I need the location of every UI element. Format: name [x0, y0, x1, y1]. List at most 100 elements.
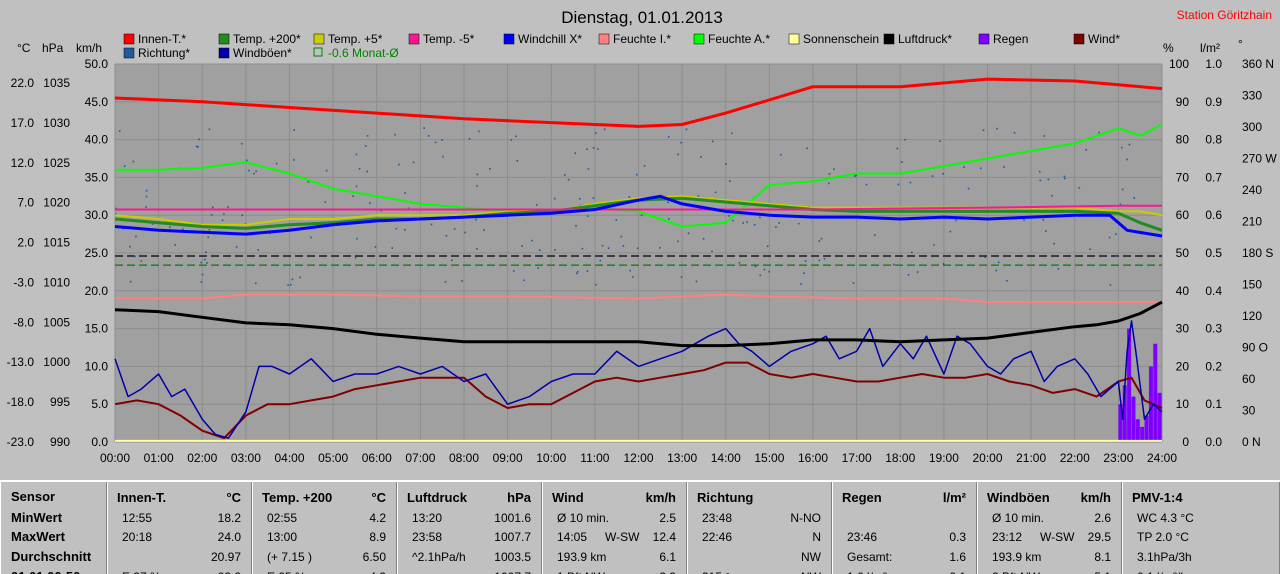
wind-tick: 45.0 — [85, 95, 109, 109]
direction-point — [607, 247, 610, 249]
direction-point — [513, 270, 515, 272]
direction-point — [1063, 175, 1066, 178]
direction-point — [553, 197, 556, 200]
legend-swatch — [218, 47, 230, 59]
time-tick: 21:00 — [1016, 451, 1046, 465]
panel-cell-value: 0.3 — [949, 530, 966, 544]
direction-point — [1078, 186, 1081, 189]
panel-cell-value: 4.3 — [369, 570, 386, 574]
direction-point — [738, 261, 741, 264]
direction-tick: 60 — [1242, 372, 1256, 386]
direction-point — [200, 281, 203, 283]
direction-point — [587, 168, 590, 170]
direction-point — [476, 173, 479, 176]
direction-point — [711, 250, 713, 253]
time-tick: 08:00 — [449, 451, 479, 465]
direction-point — [581, 247, 584, 250]
direction-point — [680, 141, 682, 144]
direction-point — [275, 162, 278, 165]
direction-point — [576, 270, 579, 273]
direction-tick: 360 N — [1242, 57, 1274, 71]
direction-point — [394, 133, 396, 136]
rain-tick: 0.0 — [1205, 435, 1222, 449]
direction-point — [955, 219, 957, 222]
panel-cell-left: WC 4.3 °C — [1137, 511, 1194, 525]
temp-tick: -13.0 — [7, 355, 35, 369]
direction-point — [366, 170, 368, 173]
legend-label: Windchill X* — [518, 32, 582, 46]
direction-point — [680, 276, 683, 278]
direction-point — [129, 245, 131, 248]
direction-point — [594, 132, 597, 134]
direction-point — [355, 153, 358, 156]
legend-swatch — [503, 33, 515, 45]
direction-point — [909, 181, 912, 184]
wind-tick: 30.0 — [85, 208, 109, 222]
direction-point — [667, 218, 670, 220]
panel-title: Temp. +200 — [262, 490, 333, 505]
direction-point — [931, 175, 934, 177]
row-label-sensor: Sensor — [11, 489, 56, 504]
pressure-unit: hPa — [42, 41, 64, 55]
direction-point — [245, 159, 248, 162]
direction-point — [451, 259, 453, 262]
direction-point — [140, 260, 143, 262]
legend-label: Temp. +200* — [233, 32, 301, 46]
panel-cell-left: 14:05 — [557, 530, 588, 544]
direction-point — [1109, 284, 1112, 286]
direction-point — [567, 178, 570, 181]
rain-unit: l/m² — [1200, 41, 1220, 55]
panel-cell-value: 8.9 — [369, 530, 386, 544]
direction-point — [629, 269, 632, 272]
panel-cell-left: 2 Bft NW — [992, 570, 1040, 574]
direction-point — [628, 196, 631, 198]
direction-point — [489, 167, 491, 170]
rain-bar — [1135, 419, 1140, 442]
panel-cell-left: 1.6 l/m² — [847, 570, 887, 574]
stats-panel: Regen l/m² 23:46 0.3 Gesamt: 1.6 1.6 l/m² 0.1 — [832, 482, 977, 574]
panel-cell-value: 18.2 — [217, 511, 241, 525]
direction-point — [963, 166, 965, 168]
panel-cell-left: TP 2.0 °C — [1137, 530, 1189, 544]
panel-cell-value: NW — [801, 570, 821, 574]
panel-cell-value: 12.4 — [652, 530, 676, 544]
direction-point — [210, 214, 213, 216]
direction-tick: 90 O — [1242, 341, 1268, 355]
direction-point — [904, 138, 906, 141]
direction-point — [374, 246, 377, 248]
station-name: Station Göritzhain — [1177, 8, 1272, 22]
legend-label: Temp. -5* — [423, 32, 475, 46]
direction-point — [997, 261, 1000, 264]
rain-bar — [1153, 343, 1158, 442]
direction-point — [516, 159, 519, 162]
panel-cell-left: 13:00 — [267, 530, 298, 544]
direction-point — [1006, 279, 1008, 282]
direction-point — [535, 204, 538, 206]
direction-point — [599, 259, 602, 262]
panel-cell-value: 6.1 — [659, 550, 676, 564]
direction-point — [1043, 135, 1046, 137]
stats-panel: Luftdruck hPa 13:20 1001.6 23:58 1007.7 ^2.1hP… — [397, 482, 542, 574]
direction-point — [257, 249, 260, 251]
panel-cell-left: 193.9 km — [992, 550, 1042, 564]
legend-label: -0.6 Monat-Ø — [328, 46, 399, 60]
legend-swatch — [693, 33, 705, 45]
time-tick: 14:00 — [711, 451, 741, 465]
time-tick: 19:00 — [929, 451, 959, 465]
direction-point — [854, 175, 856, 177]
rain-bar — [1157, 392, 1162, 442]
panel-cell-mid: W-SW — [605, 530, 640, 544]
direction-point — [797, 222, 800, 225]
panel-cell-left: 23:46 — [847, 530, 878, 544]
panel-cell-value: 4.2 — [369, 511, 386, 525]
direction-point — [865, 183, 868, 186]
direction-point — [145, 195, 148, 198]
direction-point — [697, 195, 700, 197]
panel-cell-value: 0.1 — [949, 570, 966, 574]
wind-tick: 35.0 — [85, 170, 109, 184]
direction-point — [132, 160, 135, 163]
pressure-tick: 1010 — [43, 275, 70, 289]
panel-title: Wind — [552, 490, 584, 505]
humidity-tick: 40 — [1176, 284, 1190, 298]
direction-point — [1053, 242, 1055, 245]
